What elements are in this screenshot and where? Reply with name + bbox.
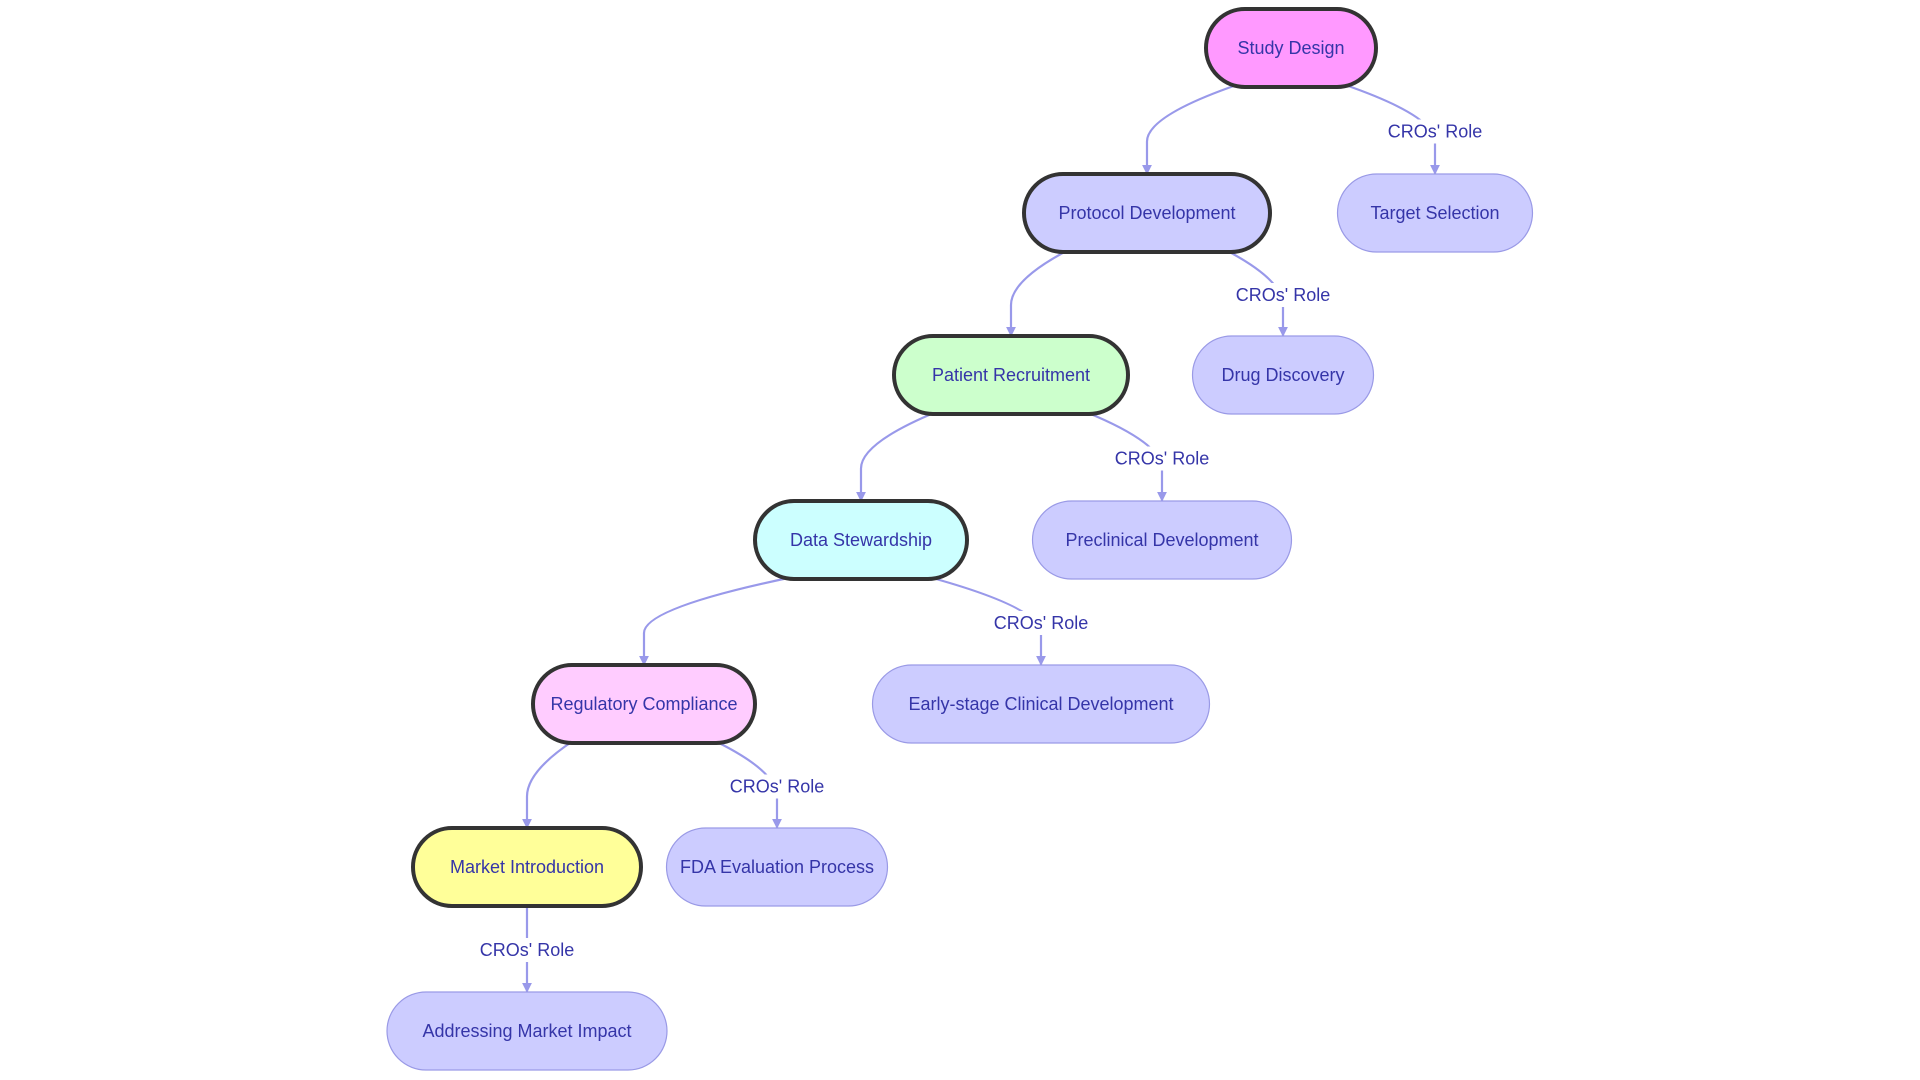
edge-data-stewardship-to-regulatory-compliance <box>639 575 794 666</box>
edge-label: CROs' Role <box>1387 119 1483 144</box>
node-market-introduction[interactable]: Market Introduction <box>411 826 643 908</box>
node-patient-recruitment[interactable]: Patient Recruitment <box>892 334 1130 416</box>
node-fda-evaluation[interactable]: FDA Evaluation Process <box>665 827 889 907</box>
edge-protocol-development-to-patient-recruitment <box>1006 249 1069 337</box>
node-preclinical-development[interactable]: Preclinical Development <box>1031 500 1293 580</box>
node-data-stewardship[interactable]: Data Stewardship <box>753 499 969 581</box>
stage-node-label: Study Design <box>1237 38 1344 58</box>
stage-node-label: Protocol Development <box>1058 203 1235 223</box>
edge-label-text: CROs' Role <box>1388 122 1482 142</box>
stage-node-label: Regulatory Compliance <box>550 694 737 714</box>
stage-node-label: Patient Recruitment <box>932 365 1090 385</box>
stage-node-label: Data Stewardship <box>790 530 932 550</box>
stage-node-label: Market Introduction <box>450 857 604 877</box>
node-target-selection[interactable]: Target Selection <box>1336 173 1534 253</box>
node-study-design[interactable]: Study Design <box>1204 7 1378 89</box>
edge-regulatory-compliance-to-market-introduction <box>522 740 574 829</box>
node-protocol-development[interactable]: Protocol Development <box>1022 172 1272 254</box>
edge-label: CROs' Role <box>479 938 575 962</box>
cro-node-label: Addressing Market Impact <box>422 1021 631 1041</box>
edge-label: CROs' Role <box>1114 446 1210 471</box>
edge-label: CROs' Role <box>993 611 1089 635</box>
edge-label: CROs' Role <box>729 774 825 799</box>
edge-label-text: CROs' Role <box>480 940 574 960</box>
flowchart-diagram: CROs' Role CROs' Role CROs' Role CROs' Role… <box>386 7 1534 1071</box>
cro-node-label: Target Selection <box>1370 203 1499 223</box>
node-addressing-market-impact[interactable]: Addressing Market Impact <box>386 991 668 1071</box>
nodes-layer: Study Design Protocol Development Patient … <box>386 7 1534 1071</box>
edge-label-text: CROs' Role <box>994 613 1088 633</box>
node-regulatory-compliance[interactable]: Regulatory Compliance <box>531 663 757 745</box>
node-early-stage-clinical[interactable]: Early-stage Clinical Development <box>871 664 1211 744</box>
cro-node-label: FDA Evaluation Process <box>680 857 874 877</box>
cro-node-label: Early-stage Clinical Development <box>908 694 1173 714</box>
edge-label: CROs' Role <box>1235 283 1331 307</box>
node-drug-discovery[interactable]: Drug Discovery <box>1191 335 1375 415</box>
edge-patient-recruitment-to-data-stewardship <box>856 410 937 502</box>
cro-node-label: Preclinical Development <box>1065 530 1258 550</box>
cro-node-label: Drug Discovery <box>1221 365 1344 385</box>
edge-label-text: CROs' Role <box>1115 449 1209 469</box>
edge-study-design-to-protocol-development <box>1142 83 1237 175</box>
edges-layer <box>522 83 1440 993</box>
edge-label-text: CROs' Role <box>730 777 824 797</box>
edge-labels-layer: CROs' Role CROs' Role CROs' Role CROs' Role… <box>479 119 1483 962</box>
edge-label-text: CROs' Role <box>1236 285 1330 305</box>
